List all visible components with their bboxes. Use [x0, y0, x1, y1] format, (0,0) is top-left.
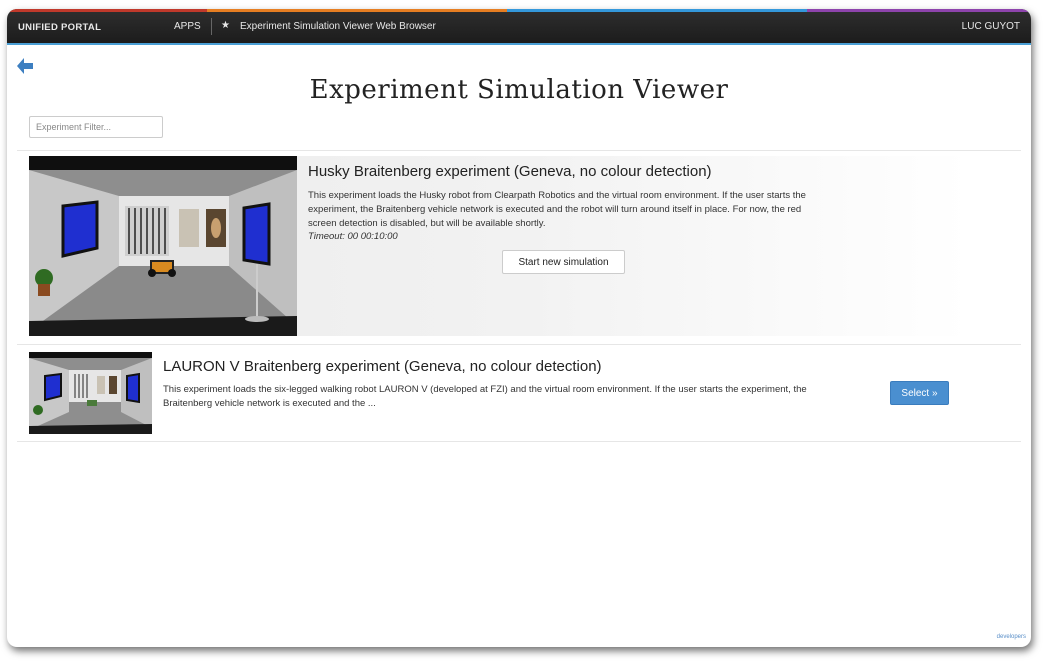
accent-stripe-red — [7, 9, 207, 12]
current-app-title[interactable]: Experiment Simulation Viewer Web Browser — [240, 21, 436, 32]
star-icon[interactable]: ★ — [221, 20, 230, 31]
experiment-filter-input[interactable] — [29, 116, 163, 138]
page-title: Experiment Simulation Viewer — [309, 75, 729, 105]
select-experiment-button[interactable]: Select » — [890, 381, 949, 405]
developers-link[interactable]: developers — [997, 634, 1026, 640]
experiment-description: This experiment loads the six-legged wal… — [163, 384, 807, 409]
brand-link[interactable]: UNIFIED PORTAL — [18, 22, 101, 33]
accent-stripe-blue — [507, 9, 807, 12]
experiment-thumbnail-husky — [29, 156, 297, 336]
top-navbar: UNIFIED PORTAL APPS ★ Experiment Simulat… — [7, 9, 1031, 45]
experiment-thumbnail-lauron — [29, 352, 152, 434]
accent-stripe-purple — [807, 9, 1031, 12]
divider — [17, 344, 1021, 345]
apps-menu[interactable]: APPS — [174, 21, 201, 32]
user-menu[interactable]: LUC GUYOT — [962, 21, 1020, 32]
nav-divider — [211, 18, 212, 35]
divider — [17, 150, 1021, 151]
app-window: UNIFIED PORTAL APPS ★ Experiment Simulat… — [7, 9, 1031, 647]
experiment-description-text: This experiment loads the Husky robot fr… — [308, 190, 806, 229]
experiment-timeout: Timeout: 00 00:10:00 — [308, 231, 398, 243]
experiment-title: LAURON V Braitenberg experiment (Geneva,… — [163, 358, 602, 375]
accent-stripe-orange — [207, 9, 507, 12]
arrow-left-icon[interactable] — [15, 56, 35, 76]
divider — [17, 441, 1021, 442]
experiment-description: This experiment loads the Husky robot fr… — [308, 189, 828, 244]
start-new-simulation-button[interactable]: Start new simulation — [502, 250, 625, 274]
experiment-title: Husky Braitenberg experiment (Geneva, no… — [308, 163, 712, 180]
